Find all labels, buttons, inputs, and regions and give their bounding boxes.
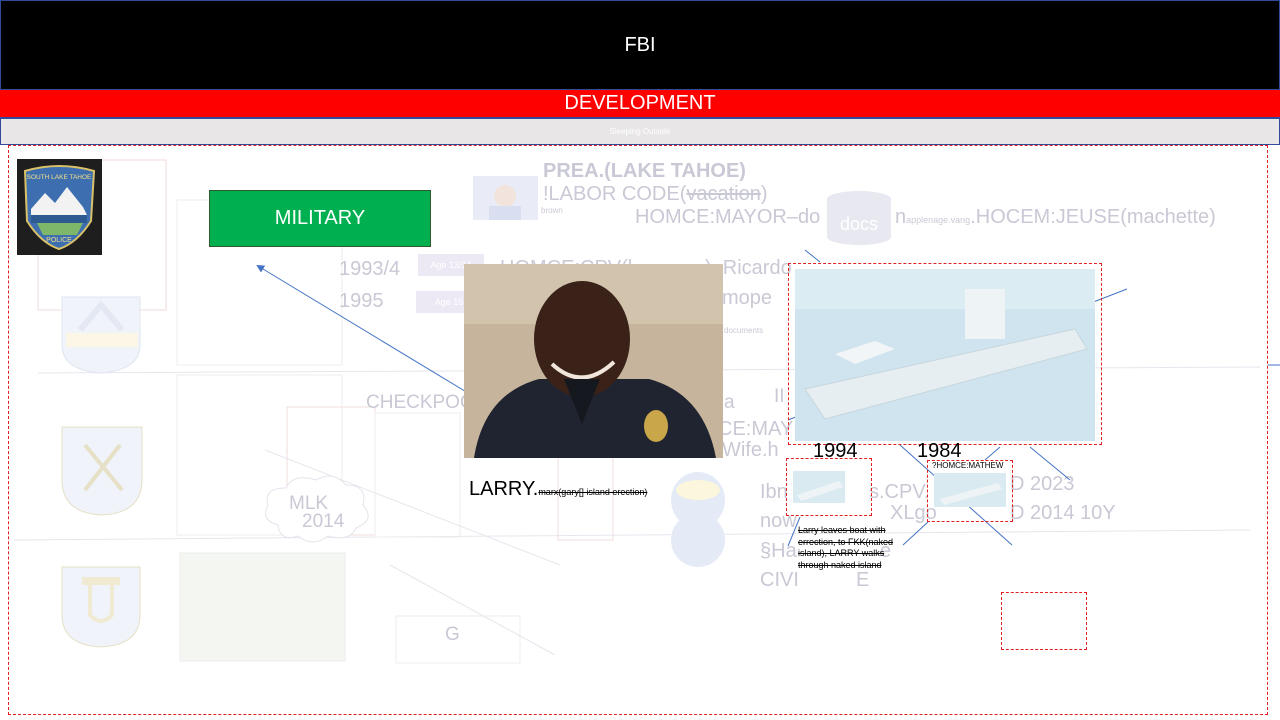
right-tick-line bbox=[1029, 446, 1071, 481]
photo-caption: LARRY.marx(gary[] island erection) bbox=[469, 478, 647, 501]
ship-photo bbox=[795, 269, 1095, 441]
caption-struck: marx(gary[] island erection) bbox=[538, 487, 648, 497]
aircraft-carrier-icon bbox=[795, 269, 1095, 441]
ship-top-tick bbox=[804, 249, 821, 263]
lower-tick-line bbox=[902, 521, 929, 546]
note-struck: Larry leaves boat with errection, to FKK… bbox=[798, 525, 894, 570]
thumb-frame-right bbox=[927, 460, 1013, 522]
note-text: Larry leaves boat with errection, to FKK… bbox=[798, 525, 898, 571]
mid-tick-line bbox=[984, 446, 1001, 461]
empty-frame bbox=[1001, 592, 1087, 650]
caption-name: LARRY. bbox=[469, 478, 539, 500]
thumb-frame-left bbox=[786, 458, 872, 516]
portrait-photo bbox=[464, 264, 723, 458]
arrow-to-military bbox=[256, 264, 474, 397]
person-photo-icon bbox=[464, 264, 723, 458]
